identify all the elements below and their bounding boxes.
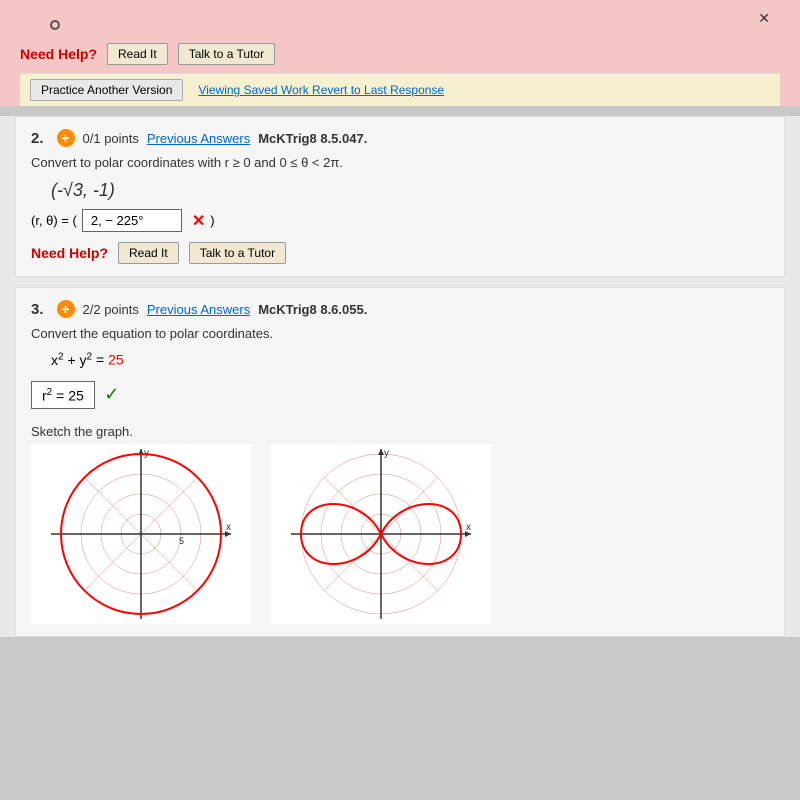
eq-left: x2 + y2 (51, 352, 92, 368)
question-3-correct-icon: ✓ (104, 384, 119, 404)
question-2-block: 2. + 0/1 points Previous Answers McKTrig… (15, 116, 785, 277)
need-help-row-q2: Need Help? Read It Talk to a Tutor (31, 242, 769, 264)
need-help-row-top: Need Help? Read It Talk to a Tutor (20, 35, 780, 73)
page-wrapper: ✕ Need Help? Read It Talk to a Tutor Pra… (0, 0, 800, 637)
need-help-label-top: Need Help? (20, 46, 97, 62)
question-2-code: McKTrig8 8.5.047. (258, 131, 367, 146)
talk-tutor-button-top[interactable]: Talk to a Tutor (178, 43, 275, 65)
svg-text:5: 5 (179, 536, 184, 546)
viewing-saved-link[interactable]: Viewing Saved Work Revert to Last Respon… (198, 83, 444, 97)
eq-right: 25 (108, 352, 124, 368)
question-3-equation: x2 + y2 = 25 (51, 351, 769, 368)
svg-text:x: x (226, 522, 231, 533)
question-3-number: 3. (31, 301, 44, 318)
practice-another-button[interactable]: Practice Another Version (30, 79, 183, 101)
question-3-instruction: Convert the equation to polar coordinate… (31, 326, 769, 341)
question-3-block: 3. + 2/2 points Previous Answers McKTrig… (15, 287, 785, 637)
polar-graph-2-svg: x y (271, 444, 491, 624)
question-3-plus-icon: + (57, 300, 75, 318)
eq-equals: = (96, 352, 108, 368)
answer-suffix: ) (210, 213, 214, 228)
question-2-points: 0/1 points (83, 131, 139, 146)
question-3-points: 2/2 points (83, 302, 139, 317)
practice-bar: Practice Another Version Viewing Saved W… (20, 73, 780, 106)
question-2-instruction: Convert to polar coordinates with r ≥ 0 … (31, 155, 769, 170)
dismiss-icon[interactable]: ✕ (758, 10, 770, 27)
question-2-expression: (-√3, -1) (51, 180, 769, 201)
question-3-code: McKTrig8 8.6.055. (258, 302, 367, 317)
question-2-wrong-icon: ✕ (192, 211, 205, 231)
graphs-row: x y 5 (31, 444, 769, 624)
polar-graph-1-svg: x y 5 (31, 444, 251, 624)
question-2-plus-icon: + (57, 129, 75, 147)
main-content: 2. + 0/1 points Previous Answers McKTrig… (0, 116, 800, 637)
read-it-button-top[interactable]: Read It (107, 43, 168, 65)
svg-text:y: y (384, 448, 389, 459)
question-2-number: 2. (31, 130, 44, 147)
question-2-prev-answers[interactable]: Previous Answers (147, 131, 250, 146)
read-it-button-q2[interactable]: Read It (118, 242, 179, 264)
talk-tutor-button-q2[interactable]: Talk to a Tutor (189, 242, 286, 264)
question-3-header: 3. + 2/2 points Previous Answers McKTrig… (31, 300, 769, 318)
question-2-header: 2. + 0/1 points Previous Answers McKTrig… (31, 129, 769, 147)
sketch-label: Sketch the graph. (31, 424, 769, 439)
radio-dot (50, 20, 60, 30)
answer-prefix: (r, θ) = ( (31, 213, 77, 228)
question-3-answer-box[interactable]: r2 = 25 (31, 381, 95, 410)
question-2-answer-row: (r, θ) = ( 2, − 225° ✕ ) (31, 209, 769, 232)
question-3-answer-row: r2 = 25 ✓ (31, 376, 769, 415)
polar-graph-1[interactable]: x y 5 (31, 444, 251, 624)
question-3-prev-answers[interactable]: Previous Answers (147, 302, 250, 317)
svg-text:x: x (466, 522, 471, 533)
polar-graph-2[interactable]: x y (271, 444, 491, 624)
question-2-answer-box[interactable]: 2, − 225° (82, 209, 182, 232)
need-help-label-q2: Need Help? (31, 245, 108, 261)
top-section: ✕ Need Help? Read It Talk to a Tutor Pra… (0, 0, 800, 106)
